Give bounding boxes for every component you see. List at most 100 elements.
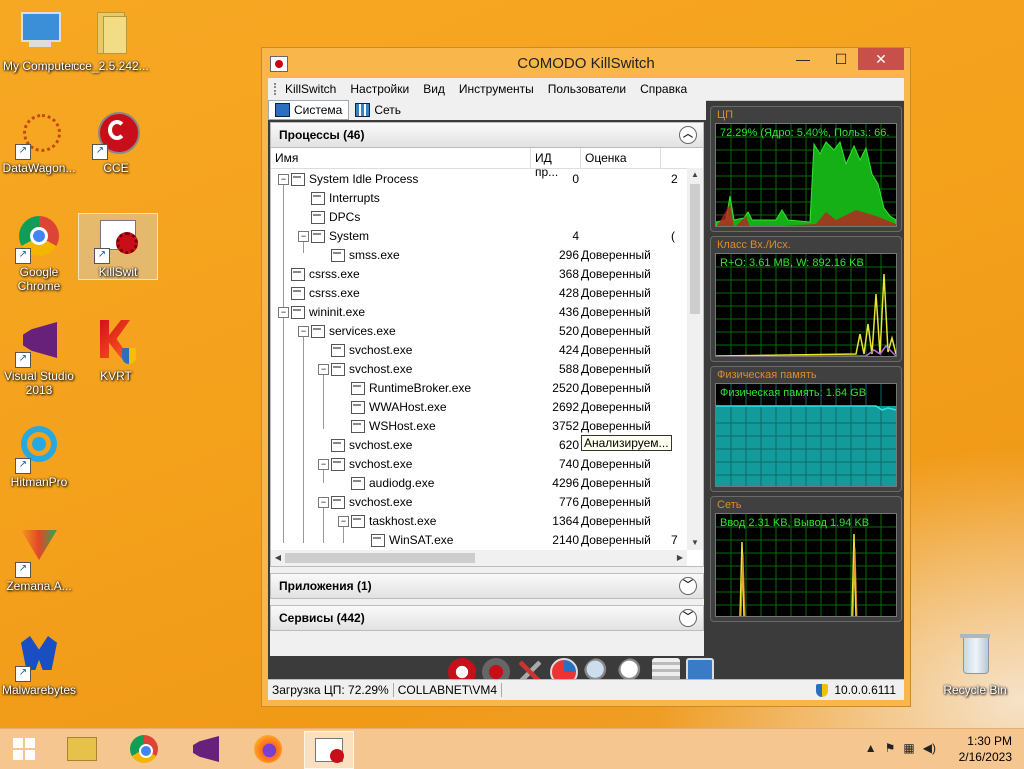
scroll-thumb[interactable] — [285, 553, 475, 563]
collapse-icon[interactable]: − — [298, 326, 309, 337]
collapse-icon[interactable]: − — [298, 231, 309, 242]
menu-help[interactable]: Справка — [640, 82, 687, 96]
desktop-icon-cce-folder[interactable]: cce_2.5.242... — [72, 8, 150, 73]
chevron-up-icon[interactable]: ︿ — [679, 126, 697, 144]
table-row[interactable]: WinSAT.exe 2140 Доверенный 7 — [271, 530, 687, 549]
volume-icon[interactable]: ◀) — [923, 741, 936, 755]
desktop-icon-malwarebytes[interactable]: ↗ Malwarebytes — [0, 632, 78, 697]
column-rating[interactable]: Оценка — [581, 148, 661, 168]
process-rating: Доверенный — [581, 324, 651, 338]
process-pid: 436 — [558, 305, 579, 319]
table-row[interactable]: − svchost.exe 588 Доверенный — [271, 359, 687, 378]
desktop-icon-cce[interactable]: ↗ CCE — [77, 110, 155, 175]
table-row[interactable]: smss.exe 296 Доверенный — [271, 245, 687, 264]
menu-killswitch[interactable]: KillSwitch — [285, 82, 336, 96]
table-row[interactable]: − svchost.exe 740 Доверенный — [271, 454, 687, 473]
process-icon — [291, 286, 305, 300]
scroll-down-icon[interactable]: ▼ — [687, 536, 703, 550]
collapse-icon[interactable]: − — [278, 307, 289, 318]
chevron-down-icon[interactable]: ﹀ — [679, 577, 697, 595]
memory-graph-panel: Физическая память Физическая память: 1.6… — [710, 366, 902, 492]
table-row[interactable]: csrss.exe 368 Доверенный — [271, 264, 687, 283]
table-row[interactable]: − svchost.exe 776 Доверенный — [271, 492, 687, 511]
scroll-thumb[interactable] — [690, 184, 700, 314]
desktop-icon-killswitch[interactable]: ↗ KillSwit — [78, 213, 158, 280]
desktop-icon-label: cce_2.5.242... — [73, 59, 149, 73]
table-row[interactable]: svchost.exe 620 Анализируем... — [271, 435, 687, 454]
collapse-icon[interactable]: − — [318, 364, 329, 375]
processes-header[interactable]: Процессы (46) ︿ — [270, 122, 704, 148]
table-row[interactable]: − taskhost.exe 1364 Доверенный — [271, 511, 687, 530]
io-graph: R+O: 3.61 MB, W: 892.16 KB — [715, 253, 897, 357]
scroll-up-icon[interactable]: ▲ — [687, 168, 703, 182]
chrome-icon: ↗ — [15, 214, 63, 264]
table-row[interactable]: − services.exe 520 Доверенный — [271, 321, 687, 340]
horizontal-scrollbar[interactable]: ◀ ▶ — [271, 550, 687, 566]
start-button[interactable] — [0, 731, 48, 767]
network-graph-title: Сеть — [717, 499, 742, 511]
process-pid: 776 — [558, 495, 579, 509]
taskbar-file-explorer[interactable] — [58, 731, 106, 767]
title-bar[interactable]: COMODO KillSwitch — ☐ ✕ — [262, 48, 910, 78]
collapse-icon[interactable]: − — [318, 497, 329, 508]
network-tray-icon[interactable]: ▦ — [903, 741, 914, 755]
desktop-icon-recycle-bin[interactable]: Recycle Bin — [936, 632, 1014, 697]
desktop-icon-my-computer[interactable]: My Computer — [0, 8, 78, 73]
minimize-button[interactable]: — — [788, 48, 818, 70]
chevron-down-icon[interactable]: ﹀ — [679, 609, 697, 627]
taskbar-killswitch[interactable] — [304, 731, 354, 769]
table-row[interactable]: DPCs — [271, 207, 687, 226]
column-pid[interactable]: ИД пр... — [531, 148, 581, 179]
desktop-icon-hitmanpro[interactable]: ↗ HitmanPro — [0, 424, 78, 489]
taskbar-firefox[interactable] — [244, 731, 292, 767]
window-content: KillSwitch Настройки Вид Инструменты Пол… — [268, 78, 904, 700]
desktop-icon-datawagon[interactable]: ↗ DataWagon... — [0, 110, 78, 175]
desktop-icon-google-chrome[interactable]: ↗ Google Chrome — [0, 214, 78, 293]
desktop-icon-kvrt[interactable]: KVRT — [77, 318, 155, 383]
applications-header[interactable]: Приложения (1) ﹀ — [270, 573, 704, 599]
flag-icon[interactable]: ⚑ — [885, 741, 896, 755]
services-header[interactable]: Сервисы (442) ﹀ — [270, 605, 704, 631]
computer-icon — [15, 8, 63, 56]
process-name: WinSAT.exe — [389, 533, 454, 547]
tab-system[interactable]: Система — [268, 100, 350, 120]
folder-icon — [67, 737, 97, 761]
scroll-left-icon[interactable]: ◀ — [271, 550, 285, 566]
taskbar: ▲ ⚑ ▦ ◀) 1:30 PM 2/16/2023 — [0, 728, 1024, 769]
table-row[interactable]: WWAHost.exe 2692 Доверенный — [271, 397, 687, 416]
process-name: System — [329, 229, 370, 243]
table-row[interactable]: Interrupts — [271, 188, 687, 207]
menu-users[interactable]: Пользователи — [548, 82, 626, 96]
collapse-icon[interactable]: − — [338, 516, 349, 527]
table-row[interactable]: − wininit.exe 436 Доверенный — [271, 302, 687, 321]
datawagon-icon: ↗ — [15, 110, 63, 160]
menu-tools[interactable]: Инструменты — [459, 82, 534, 96]
vertical-scrollbar[interactable]: ▲ ▼ — [687, 168, 703, 550]
table-row[interactable]: WSHost.exe 3752 Доверенный — [271, 416, 687, 435]
tray-caret-icon[interactable]: ▲ — [865, 741, 877, 755]
taskbar-visual-studio[interactable] — [182, 731, 230, 767]
menu-view[interactable]: Вид — [423, 82, 445, 96]
column-name[interactable]: Имя — [271, 148, 531, 168]
taskbar-chrome[interactable] — [120, 731, 168, 767]
table-row[interactable]: − System Idle Process 0 2 — [271, 169, 687, 188]
maximize-button[interactable]: ☐ — [826, 48, 856, 70]
process-icon — [311, 229, 325, 243]
table-row[interactable]: − System 4 ( — [271, 226, 687, 245]
menu-settings[interactable]: Настройки — [350, 82, 409, 96]
clock[interactable]: 1:30 PM 2/16/2023 — [959, 733, 1012, 765]
killswitch-icon — [315, 738, 344, 763]
table-row[interactable]: audiodg.exe 4296 Доверенный — [271, 473, 687, 492]
desktop-icon-zemana[interactable]: ↗ Zemana.A... — [0, 528, 78, 593]
table-row[interactable]: RuntimeBroker.exe 2520 Доверенный — [271, 378, 687, 397]
tab-network[interactable]: Сеть — [349, 101, 407, 119]
collapse-icon[interactable]: − — [278, 174, 289, 185]
desktop-icon-visual-studio[interactable]: ↗ Visual Studio 2013 — [0, 318, 78, 397]
scroll-right-icon[interactable]: ▶ — [673, 550, 687, 566]
process-name: taskhost.exe — [369, 514, 437, 528]
close-button[interactable]: ✕ — [858, 48, 904, 70]
process-pid: 2520 — [552, 381, 579, 395]
table-row[interactable]: svchost.exe 424 Доверенный — [271, 340, 687, 359]
table-row[interactable]: csrss.exe 428 Доверенный — [271, 283, 687, 302]
collapse-icon[interactable]: − — [318, 459, 329, 470]
